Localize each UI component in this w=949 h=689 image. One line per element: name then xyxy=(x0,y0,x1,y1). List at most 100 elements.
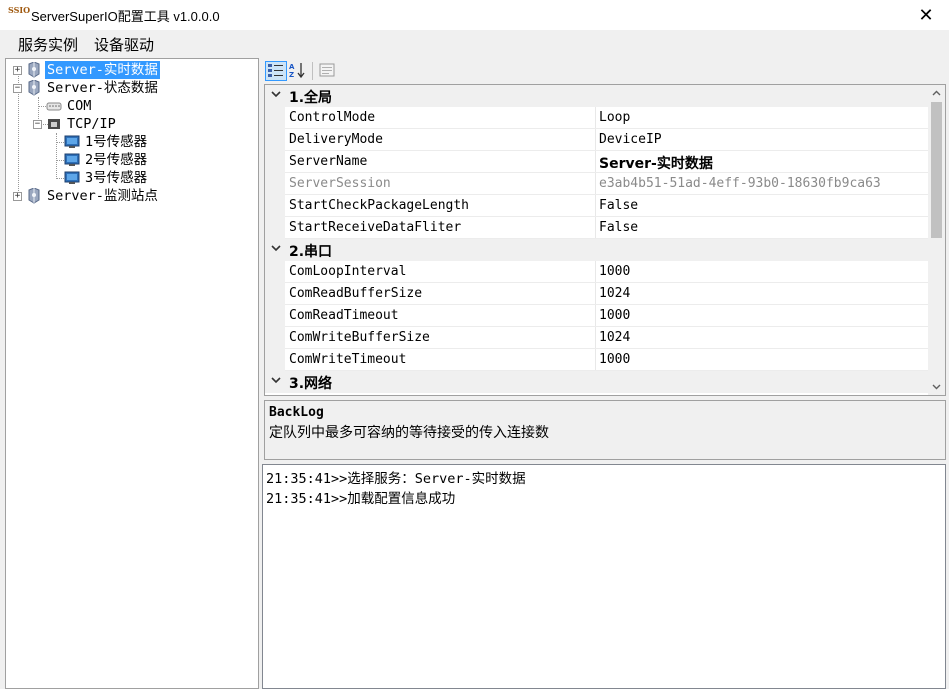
property-value[interactable]: 1000 xyxy=(599,308,630,323)
tree-node-tcpip[interactable]: TCP/IP xyxy=(46,115,118,133)
row-gutter xyxy=(265,261,285,283)
monitor-icon xyxy=(64,134,80,150)
tree-node-server-monitor[interactable]: Server-监测站点 xyxy=(26,187,160,205)
property-row[interactable]: ControlMode Loop xyxy=(265,107,929,129)
row-gutter xyxy=(265,173,285,195)
row-gutter xyxy=(265,195,285,217)
property-row[interactable]: ServerSession e3ab4b51-51ad-4eff-93b0-18… xyxy=(265,173,929,195)
vertical-scrollbar[interactable] xyxy=(928,85,945,395)
tree-node-server-realtime[interactable]: Server-实时数据 xyxy=(26,61,160,79)
log-line: 21:35:41>>选择服务：Server-实时数据 xyxy=(266,471,526,487)
chevron-down-icon[interactable] xyxy=(269,373,283,387)
column-divider[interactable] xyxy=(595,195,596,217)
column-divider[interactable] xyxy=(595,173,596,195)
property-name: ComWriteBufferSize xyxy=(289,330,430,345)
property-pages-icon xyxy=(319,63,335,77)
categorized-view-button[interactable] xyxy=(265,61,287,81)
property-value[interactable]: DeviceIP xyxy=(599,132,662,147)
collapse-icon[interactable]: − xyxy=(13,84,22,93)
svg-text:Z: Z xyxy=(289,71,294,79)
property-row[interactable]: ComReadBufferSize 1024 xyxy=(265,283,929,305)
column-divider[interactable] xyxy=(595,261,596,283)
property-value[interactable]: 1024 xyxy=(599,286,630,301)
server-icon xyxy=(26,61,42,78)
tree-node-label: 1号传感器 xyxy=(85,134,148,150)
row-gutter xyxy=(265,305,285,327)
menu-device-driver[interactable]: 设备驱动 xyxy=(86,34,162,55)
column-divider[interactable] xyxy=(595,283,596,305)
row-gutter xyxy=(265,283,285,305)
property-value[interactable]: Loop xyxy=(599,110,630,125)
property-row[interactable]: ComLoopInterval 1000 xyxy=(265,261,929,283)
row-gutter xyxy=(265,129,285,151)
tree-node-sensor-1[interactable]: 1号传感器 xyxy=(64,133,149,151)
tree-node-server-status[interactable]: Server-状态数据 xyxy=(26,79,160,97)
property-row[interactable]: StartReceiveDataFliter False xyxy=(265,217,929,239)
column-divider[interactable] xyxy=(595,107,596,129)
property-row[interactable]: StartCheckPackageLength False xyxy=(265,195,929,217)
property-pages-button[interactable] xyxy=(317,61,339,81)
server-icon xyxy=(26,79,42,96)
service-tree: + Server-实时数据 − Server-状态数据 COM − TCP/IP… xyxy=(5,58,259,689)
property-value[interactable]: e3ab4b51-51ad-4eff-93b0-18630fb9ca63 xyxy=(599,176,881,191)
property-row[interactable]: ServerName Server-实时数据 xyxy=(265,151,929,173)
property-value[interactable]: 1024 xyxy=(599,330,630,345)
scroll-thumb[interactable] xyxy=(931,102,942,238)
title-bar: SSIO ServerSuperIO配置工具 v1.0.0.0 ✕ xyxy=(0,0,949,30)
property-value[interactable]: 1000 xyxy=(599,264,630,279)
tree-node-sensor-2[interactable]: 2号传感器 xyxy=(64,151,149,169)
property-row[interactable]: ComWriteTimeout 1000 xyxy=(265,349,929,371)
expand-icon[interactable]: + xyxy=(13,66,22,75)
chevron-down-icon[interactable] xyxy=(269,87,283,101)
property-grid: 1.全局 ControlMode Loop DeliveryMode Devic… xyxy=(264,84,946,396)
column-divider[interactable] xyxy=(595,305,596,327)
help-title: BackLog xyxy=(269,405,324,420)
log-output[interactable]: 21:35:41>>选择服务：Server-实时数据 21:35:41>>加载配… xyxy=(262,464,946,689)
property-value[interactable]: Server-实时数据 xyxy=(599,153,713,173)
network-port-icon xyxy=(46,116,62,132)
property-value[interactable]: 1000 xyxy=(599,352,630,367)
property-name: ControlMode xyxy=(289,110,376,125)
tree-node-label: TCP/IP xyxy=(67,116,116,132)
property-name: ComWriteTimeout xyxy=(289,352,407,367)
column-divider[interactable] xyxy=(595,129,596,151)
expand-icon[interactable]: + xyxy=(13,192,22,201)
property-row[interactable]: ComWriteBufferSize 1024 xyxy=(265,327,929,349)
tree-connector xyxy=(56,160,64,161)
column-divider[interactable] xyxy=(595,217,596,239)
column-divider[interactable] xyxy=(595,151,596,173)
tree-node-com[interactable]: COM xyxy=(46,97,93,115)
row-gutter xyxy=(265,327,285,349)
monitor-icon xyxy=(64,152,80,168)
tree-node-label: Server-状态数据 xyxy=(47,80,158,96)
category-global: 1.全局 xyxy=(265,85,929,107)
property-row[interactable]: ComReadTimeout 1000 xyxy=(265,305,929,327)
column-divider[interactable] xyxy=(595,327,596,349)
property-name: ComReadTimeout xyxy=(289,308,399,323)
category-serial: 2.串口 xyxy=(265,239,929,261)
tree-node-label: Server-实时数据 xyxy=(45,61,160,79)
menu-service-instance[interactable]: 服务实例 xyxy=(10,34,86,55)
property-help-panel: BackLog 定队列中最多可容纳的等待接受的传入连接数 xyxy=(264,400,946,460)
property-value[interactable]: False xyxy=(599,198,638,213)
row-gutter xyxy=(265,107,285,129)
sort-az-icon: A Z xyxy=(289,63,305,79)
property-name: ServerSession xyxy=(289,176,391,191)
app-logo-text: SSIO xyxy=(8,5,31,15)
server-icon xyxy=(26,187,42,204)
property-name: ComLoopInterval xyxy=(289,264,407,279)
property-value[interactable]: False xyxy=(599,220,638,235)
close-button[interactable]: ✕ xyxy=(903,0,949,30)
log-line: 21:35:41>>加载配置信息成功 xyxy=(266,491,456,507)
scroll-up-icon[interactable] xyxy=(928,85,945,102)
tree-node-label: 3号传感器 xyxy=(85,170,148,186)
collapse-icon[interactable]: − xyxy=(33,120,42,129)
categorized-icon xyxy=(268,64,283,77)
tree-node-sensor-3[interactable]: 3号传感器 xyxy=(64,169,149,187)
scroll-down-icon[interactable] xyxy=(928,378,945,395)
alphabetical-view-button[interactable]: A Z xyxy=(288,61,310,81)
property-row[interactable]: DeliveryMode DeviceIP xyxy=(265,129,929,151)
chevron-down-icon[interactable] xyxy=(269,241,283,255)
column-divider[interactable] xyxy=(595,349,596,371)
close-icon: ✕ xyxy=(918,4,934,25)
